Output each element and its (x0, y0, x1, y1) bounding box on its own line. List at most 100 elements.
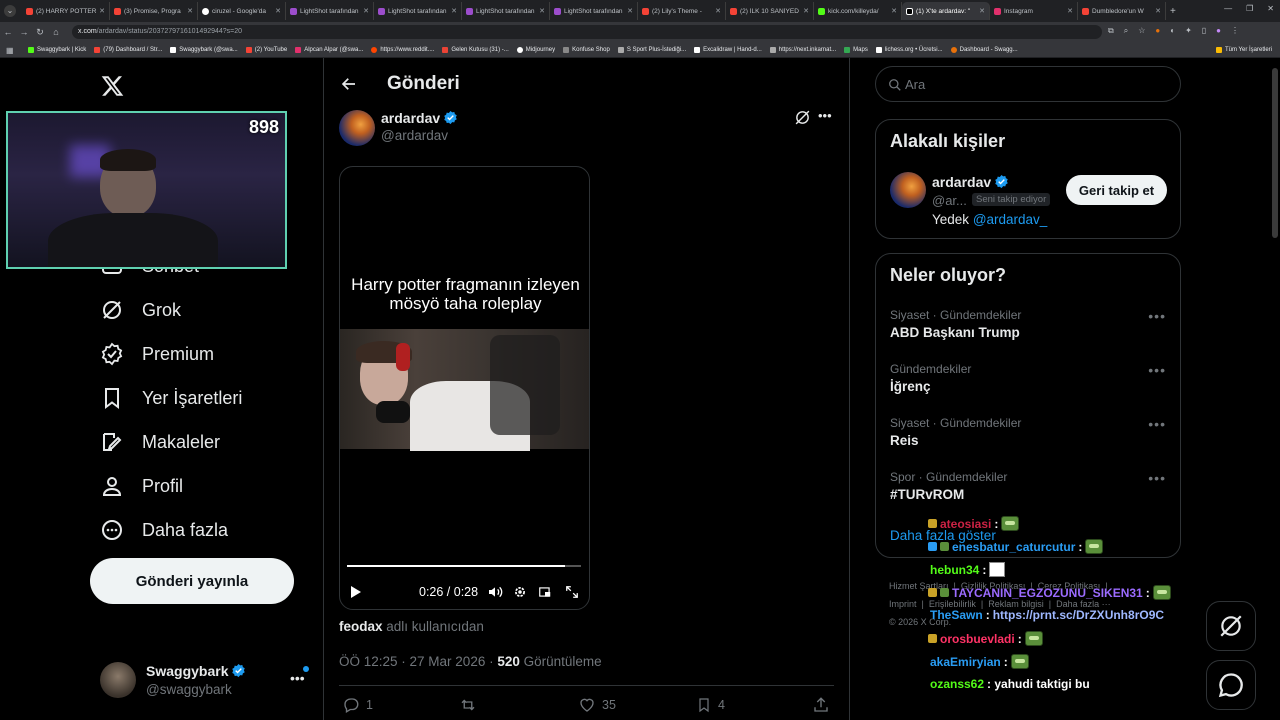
trend-item[interactable]: Siyaset · Gündemdekiler ABD Başkanı Trump… (876, 306, 1180, 358)
account-switcher[interactable]: Swaggybark @swaggybark ••• (100, 662, 312, 702)
settings-gear-icon[interactable] (513, 585, 527, 604)
minimize-icon[interactable]: — (1224, 4, 1232, 13)
browser-tab[interactable]: ciruzel - Google'da ✕ (198, 2, 286, 20)
extension-icon[interactable]: ◐ (1170, 26, 1175, 36)
trend-item[interactable]: Siyaset · Gündemdekiler Reis ••• (876, 414, 1180, 466)
close-tab-icon[interactable]: ✕ (363, 7, 369, 15)
bookmark[interactable]: Swaggybark | Kick (28, 46, 86, 53)
trend-more-icon[interactable]: ••• (1148, 362, 1166, 378)
follow-back-button[interactable]: Geri takip et (1066, 175, 1167, 205)
fullscreen-icon[interactable] (565, 585, 579, 604)
bookmark[interactable]: Alpcan Alpar (@swa... (295, 46, 363, 53)
close-tab-icon[interactable]: ✕ (1067, 7, 1073, 15)
browser-tab[interactable]: LightShot tarafından ✕ (374, 2, 462, 20)
install-icon[interactable]: ⧉ (1108, 26, 1114, 36)
volume-icon[interactable] (487, 584, 503, 603)
close-tab-icon[interactable]: ✕ (891, 7, 897, 15)
zoom-icon[interactable]: ⌕ (1124, 26, 1128, 36)
forward-icon[interactable]: → (16, 27, 32, 37)
browser-tab[interactable]: (2) İLK 10 SANİYED ✕ (726, 2, 814, 20)
close-tab-icon[interactable]: ✕ (451, 7, 457, 15)
search-input[interactable]: Ara (875, 66, 1181, 102)
person-name[interactable]: ardardav (932, 174, 991, 190)
nav-item-bookmarks[interactable]: Yer İşaretleri (100, 386, 242, 410)
person-avatar[interactable] (890, 172, 926, 208)
browser-tab[interactable]: (3) Promise, Progra ✕ (110, 2, 198, 20)
browser-tab[interactable]: (2) Lily's Theme - ✕ (638, 2, 726, 20)
author-avatar[interactable] (339, 110, 375, 146)
sidebar-icon[interactable]: ▯ (1202, 26, 1206, 36)
bookmark[interactable]: lichess.org • Ücretsi... (875, 46, 943, 53)
post-timestamp[interactable]: ÖÖ 12:25 · 27 Mar 2026 (339, 654, 485, 669)
close-tab-icon[interactable]: ✕ (979, 7, 985, 15)
bookmark[interactable]: S Sport Plus-İstediği... (617, 46, 686, 53)
nav-item-articles[interactable]: Makaleler (100, 430, 220, 454)
back-arrow-icon[interactable] (340, 75, 358, 98)
bookmark[interactable]: https://www.reddit.... (371, 46, 434, 53)
trend-more-icon[interactable]: ••• (1148, 416, 1166, 432)
browser-tab[interactable]: Dumbledore'un W ✕ (1078, 2, 1166, 20)
bookmark[interactable]: https://next.inkarnat... (769, 46, 836, 53)
extensions-puzzle-icon[interactable]: ✦ (1185, 26, 1192, 36)
reply-button[interactable]: 1 (342, 696, 373, 714)
nav-item-profile[interactable]: Profil (100, 474, 183, 498)
trend-more-icon[interactable]: ••• (1148, 308, 1166, 324)
browser-tab[interactable]: LightShot tarafından ✕ (550, 2, 638, 20)
apps-icon[interactable]: ▦ (6, 46, 14, 55)
messages-fab[interactable] (1206, 660, 1256, 710)
close-window-icon[interactable]: ✕ (1267, 4, 1274, 13)
bookmark[interactable]: Excalidraw | Hand-d... (694, 46, 762, 53)
browser-tab[interactable]: LightShot tarafından ✕ (462, 2, 550, 20)
scrollbar-thumb[interactable] (1272, 68, 1278, 238)
bio-mention-link[interactable]: @ardardav_ (973, 212, 1048, 227)
close-tab-icon[interactable]: ✕ (627, 7, 633, 15)
all-bookmarks[interactable]: Tüm Yer İşaretleri (1215, 47, 1272, 53)
grok-icon[interactable] (794, 109, 811, 131)
video-progress-track[interactable] (347, 565, 581, 567)
like-button[interactable]: 35 (578, 696, 616, 714)
trend-item[interactable]: Spor · Gündemdekiler #TURvROM ••• (876, 468, 1180, 520)
attribution-user[interactable]: feodax (339, 619, 383, 634)
bookmark[interactable]: Swaggybark (@swa... (170, 46, 238, 53)
close-tab-icon[interactable]: ✕ (99, 7, 105, 15)
tab-search-icon[interactable]: ⌄ (4, 5, 16, 17)
maximize-icon[interactable]: ❐ (1246, 4, 1253, 13)
browser-tab[interactable]: Instagram ✕ (990, 2, 1078, 20)
bookmark[interactable]: Gelen Kutusu (31) -... (442, 46, 509, 53)
grok-fab[interactable] (1206, 601, 1256, 651)
trend-item[interactable]: Gündemdekiler İğrenç ••• (876, 360, 1180, 412)
menu-icon[interactable]: ⋮ (1231, 26, 1239, 36)
bookmark[interactable]: Midjourney (516, 46, 555, 53)
nav-item-more[interactable]: Daha fazla (100, 518, 228, 542)
chat-link[interactable]: https://prnt.sc/DrZXUnh8rO9C (993, 608, 1164, 622)
repost-button[interactable] (458, 696, 478, 719)
url-field[interactable]: x.com/ardardav/status/203727971610149294… (72, 25, 1102, 39)
post-button[interactable]: Gönderi yayınla (90, 558, 294, 604)
close-tab-icon[interactable]: ✕ (539, 7, 545, 15)
pip-icon[interactable] (538, 585, 552, 604)
bookmark[interactable]: Konfuse Shop (563, 46, 610, 53)
x-logo-icon[interactable] (100, 74, 125, 103)
close-tab-icon[interactable]: ✕ (275, 7, 281, 15)
more-icon[interactable]: ••• (290, 670, 305, 686)
bookmark[interactable]: (2) YouTube (245, 46, 287, 53)
bookmark[interactable]: (79) Dashboard / Str... (94, 46, 162, 53)
extension-icon[interactable]: ● (1155, 26, 1160, 36)
nav-item-premium[interactable]: Premium (100, 342, 214, 366)
new-tab-icon[interactable]: + (1166, 6, 1176, 17)
author-name[interactable]: ardardav (381, 110, 440, 126)
bookmark-button[interactable]: 4 (696, 696, 725, 714)
profile-icon[interactable]: ● (1216, 26, 1221, 36)
home-icon[interactable]: ⌂ (48, 27, 64, 37)
bookmark[interactable]: Dashboard - Swagg... (950, 46, 1018, 53)
footer-link[interactable]: Imprint (889, 599, 917, 609)
close-tab-icon[interactable]: ✕ (187, 7, 193, 15)
browser-tab[interactable]: LightShot tarafından ✕ (286, 2, 374, 20)
reload-icon[interactable]: ↻ (32, 27, 48, 38)
video-player[interactable]: Harry potter fragmanın izleyen mösyö taha… (339, 166, 590, 610)
close-tab-icon[interactable]: ✕ (803, 7, 809, 15)
browser-tab-active[interactable]: (1) X'te ardardav: " ✕ (902, 2, 990, 20)
browser-tab[interactable]: (2) HARRY POTTER ✕ (22, 2, 110, 20)
browser-tab[interactable]: kick.com/killeyda/✕ (814, 2, 902, 20)
trend-more-icon[interactable]: ••• (1148, 470, 1166, 486)
